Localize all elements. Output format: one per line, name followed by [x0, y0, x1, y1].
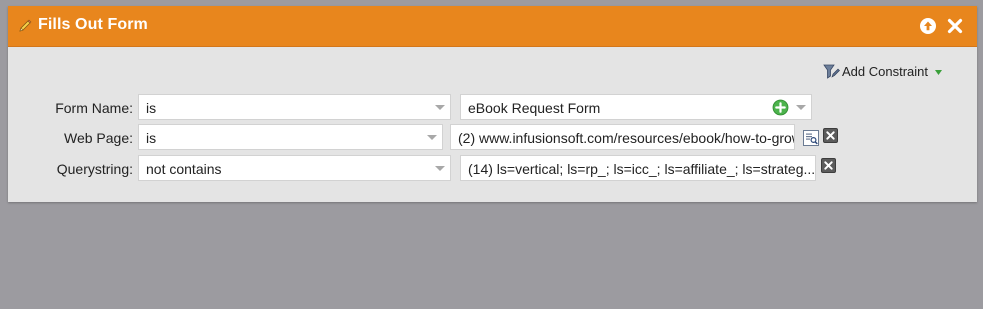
row-label-querystring: Querystring:	[56, 161, 133, 177]
chevron-down-icon	[427, 135, 437, 140]
panel-title: Fills Out Form	[38, 16, 148, 33]
chevron-down-icon	[435, 105, 445, 110]
constraint-panel: Fills Out Form Add Constraint Form Name:…	[8, 6, 977, 202]
triangle-down-icon[interactable]	[934, 68, 943, 77]
add-constraint-label: Add Constraint	[842, 63, 928, 79]
funnel-pencil-icon	[823, 64, 840, 79]
add-green-icon[interactable]	[772, 99, 789, 116]
operator-value: not contains	[146, 161, 222, 177]
close-x-icon[interactable]	[946, 17, 964, 35]
querystring-value-input[interactable]: (14) ls=vertical; ls=rp_; ls=icc_; ls=af…	[460, 155, 816, 181]
operator-select-form-name[interactable]: is	[138, 94, 451, 120]
operator-value: is	[146, 100, 157, 116]
operator-value: is	[146, 130, 157, 146]
chevron-down-icon	[796, 105, 806, 110]
row-label-web-page: Web Page:	[63, 130, 133, 146]
pencil-icon	[19, 19, 32, 32]
add-constraint-button[interactable]: Add Constraint	[823, 62, 943, 80]
arrow-up-circle-icon[interactable]	[919, 17, 937, 35]
chevron-down-icon	[435, 166, 445, 171]
web-page-value: (2) www.infusionsoft.com/resources/ebook…	[458, 130, 795, 146]
remove-x-icon[interactable]	[821, 158, 836, 173]
form-name-value: eBook Request Form	[468, 100, 601, 116]
operator-select-web-page[interactable]: is	[138, 124, 443, 150]
operator-select-querystring[interactable]: not contains	[138, 155, 451, 181]
form-name-value-select[interactable]: eBook Request Form	[460, 94, 812, 120]
web-page-value-input[interactable]: (2) www.infusionsoft.com/resources/ebook…	[450, 124, 795, 150]
querystring-value: (14) ls=vertical; ls=rp_; ls=icc_; ls=af…	[468, 161, 816, 177]
remove-x-icon[interactable]	[823, 128, 838, 143]
lookup-list-icon[interactable]	[803, 130, 819, 146]
row-label-form-name: Form Name:	[55, 100, 133, 116]
panel-header: Fills Out Form	[8, 6, 977, 47]
